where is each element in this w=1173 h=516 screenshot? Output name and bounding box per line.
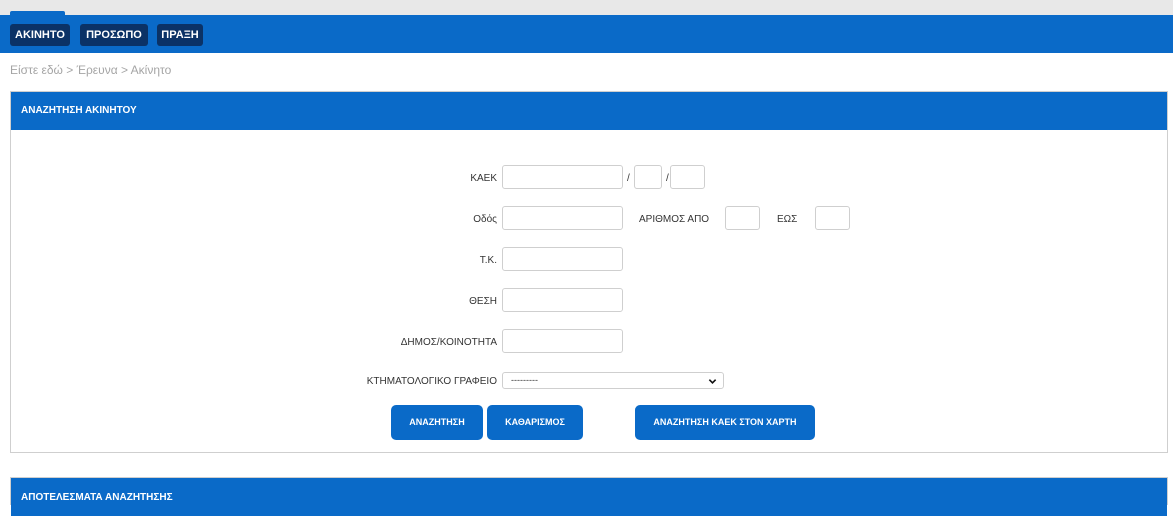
search-panel-header: ΑΝΑΖΗΤΗΣΗ ΑΚΙΝΗΤΟΥ (11, 92, 1167, 130)
results-panel-header: ΑΠΟΤΕΛΕΣΜΑΤΑ ΑΝΑΖΗΤΗΣΗΣ (11, 478, 1167, 516)
chevron-down-icon (708, 379, 717, 384)
kaek-input-main[interactable] (502, 165, 623, 189)
municipality-input[interactable] (502, 329, 623, 353)
clear-button[interactable]: ΚΑΘΑΡΙΣΜΟΣ (487, 405, 583, 440)
location-input[interactable] (502, 288, 623, 312)
municipality-label: ΔΗΜΟΣ/ΚΟΙΝΟΤΗΤΑ (400, 337, 497, 348)
postal-code-input[interactable] (502, 247, 623, 271)
results-panel-title: ΑΠΟΤΕΛΕΣΜΑΤΑ ΑΝΑΖΗΤΗΣΗΣ (21, 492, 173, 503)
top-strip (0, 0, 1173, 15)
cadastral-office-select[interactable]: --------- (502, 372, 724, 389)
kaek-label: ΚΑΕΚ (470, 173, 497, 184)
number-to-input[interactable] (815, 206, 850, 230)
breadcrumb: Είστε εδώ > Έρευνα > Ακίνητο (10, 63, 172, 77)
map-search-button[interactable]: ΑΝΑΖΗΤΗΣΗ ΚΑΕΚ ΣΤΟΝ ΧΑΡΤΗ (635, 405, 815, 440)
street-label: Οδός (473, 214, 497, 225)
number-from-input[interactable] (725, 206, 760, 230)
search-panel-title: ΑΝΑΖΗΤΗΣΗ ΑΚΙΝΗΤΟΥ (21, 105, 137, 116)
nav-bar: ΑΚΙΝΗΤΟ ΠΡΟΣΩΠΟ ΠΡΑΞΗ (0, 15, 1173, 53)
nav-prosopo-button[interactable]: ΠΡΟΣΩΠΟ (80, 24, 148, 46)
search-button[interactable]: ΑΝΑΖΗΤΗΣΗ (391, 405, 483, 440)
cadastral-office-label: ΚΤΗΜΑΤΟΛΟΓΙΚΟ ΓΡΑΦΕΙΟ (366, 376, 497, 387)
location-label: ΘΕΣΗ (469, 296, 497, 307)
street-input[interactable] (502, 206, 623, 230)
search-panel: ΑΝΑΖΗΤΗΣΗ ΑΚΙΝΗΤΟΥ ΚΑΕΚ / / Οδός ΑΡΙΘΜΟΣ… (10, 91, 1168, 453)
kaek-input-part3[interactable] (670, 165, 705, 189)
number-to-label: ΕΩΣ (777, 214, 798, 225)
kaek-separator-2: / (666, 173, 669, 184)
nav-praxi-button[interactable]: ΠΡΑΞΗ (157, 24, 203, 46)
postal-code-label: Τ.Κ. (479, 255, 497, 266)
kaek-input-part2[interactable] (634, 165, 662, 189)
results-panel: ΑΠΟΤΕΛΕΣΜΑΤΑ ΑΝΑΖΗΤΗΣΗΣ (10, 477, 1168, 516)
number-from-label: ΑΡΙΘΜΟΣ ΑΠΟ (639, 214, 710, 225)
cadastral-office-selected: --------- (511, 375, 538, 385)
nav-akinito-button[interactable]: ΑΚΙΝΗΤΟ (10, 24, 70, 46)
kaek-separator-1: / (627, 173, 630, 184)
